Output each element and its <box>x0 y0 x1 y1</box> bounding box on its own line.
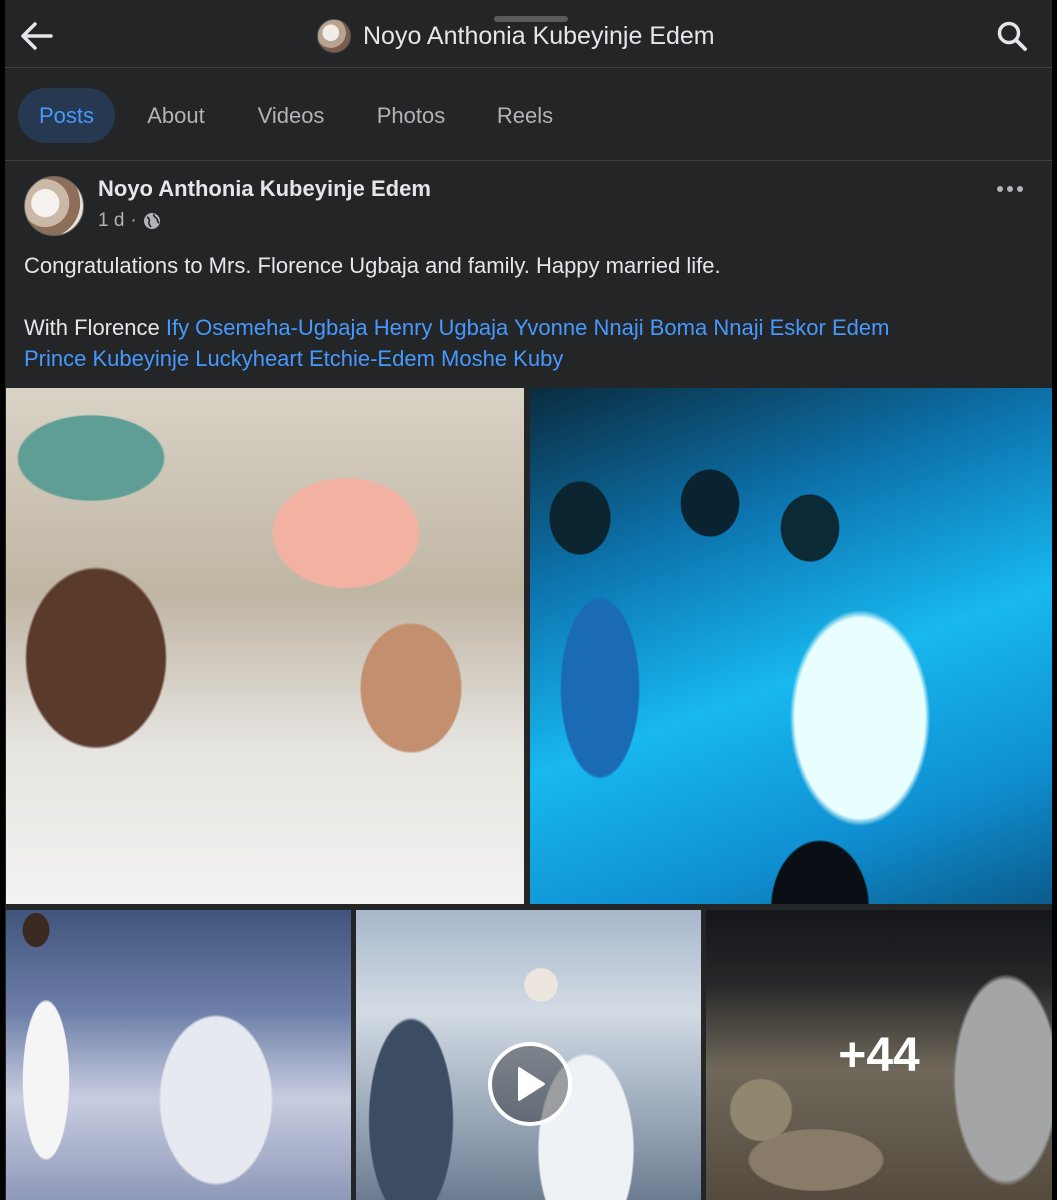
with-prefix: With Florence <box>24 315 160 340</box>
tagged-person[interactable]: Ify Osemeha-Ugbaja <box>166 315 368 340</box>
post-options-button[interactable] <box>993 174 1027 204</box>
tagged-person[interactable]: Boma Nnaji <box>650 315 764 340</box>
post-body: Congratulations to Mrs. Florence Ugbaja … <box>24 250 1024 374</box>
post-meta: 1 d · <box>98 210 161 232</box>
more-photos-count: +44 <box>838 1028 920 1082</box>
arrow-left-icon <box>21 22 53 50</box>
tagged-person[interactable]: Prince Kubeyinje <box>24 346 189 371</box>
tab-videos[interactable]: Videos <box>243 88 339 143</box>
tab-reels[interactable]: Reels <box>485 88 565 143</box>
post-photo[interactable] <box>6 910 351 1200</box>
tagged-person[interactable]: Yvonne Nnaji <box>514 315 644 340</box>
tab-about[interactable]: About <box>133 88 219 143</box>
post-screen: Noyo Anthonia Kubeyinje Edem Posts About… <box>5 0 1052 1200</box>
post-author[interactable]: Noyo Anthonia Kubeyinje Edem <box>98 176 431 202</box>
more-photos-tile[interactable]: +44 <box>706 910 1052 1200</box>
tagged-person[interactable]: Moshe Kuby <box>441 346 563 371</box>
author-avatar[interactable] <box>24 176 84 236</box>
play-button[interactable] <box>488 1042 572 1126</box>
page-title: Noyo Anthonia Kubeyinje Edem <box>363 21 715 50</box>
profile-tabs: Posts About Videos Photos Reels <box>5 68 1052 161</box>
page-title-group: Noyo Anthonia Kubeyinje Edem <box>317 18 715 54</box>
globe-icon <box>143 213 160 229</box>
post-header: Noyo Anthonia Kubeyinje Edem 1 d · <box>5 162 1052 247</box>
play-icon <box>518 1067 545 1101</box>
meta-separator: · <box>130 210 137 231</box>
post-photo[interactable] <box>530 388 1052 904</box>
back-button[interactable] <box>15 14 59 58</box>
search-button[interactable] <box>990 14 1034 58</box>
search-icon <box>997 21 1027 51</box>
tagged-person[interactable]: Luckyheart Etchie-Edem <box>195 346 435 371</box>
post-video[interactable] <box>356 910 701 1200</box>
tagged-person[interactable]: Henry Ugbaja <box>374 315 509 340</box>
post-photo[interactable] <box>6 388 524 904</box>
tagged-person[interactable]: Eskor Edem <box>770 315 890 340</box>
post-message: Congratulations to Mrs. Florence Ugbaja … <box>24 253 721 278</box>
tab-posts[interactable]: Posts <box>18 88 115 143</box>
tab-photos[interactable]: Photos <box>362 88 460 143</box>
more-horizontal-icon <box>997 186 1023 192</box>
avatar[interactable] <box>317 19 351 53</box>
top-bar: Noyo Anthonia Kubeyinje Edem <box>5 0 1052 68</box>
post-timestamp[interactable]: 1 d <box>98 210 124 232</box>
